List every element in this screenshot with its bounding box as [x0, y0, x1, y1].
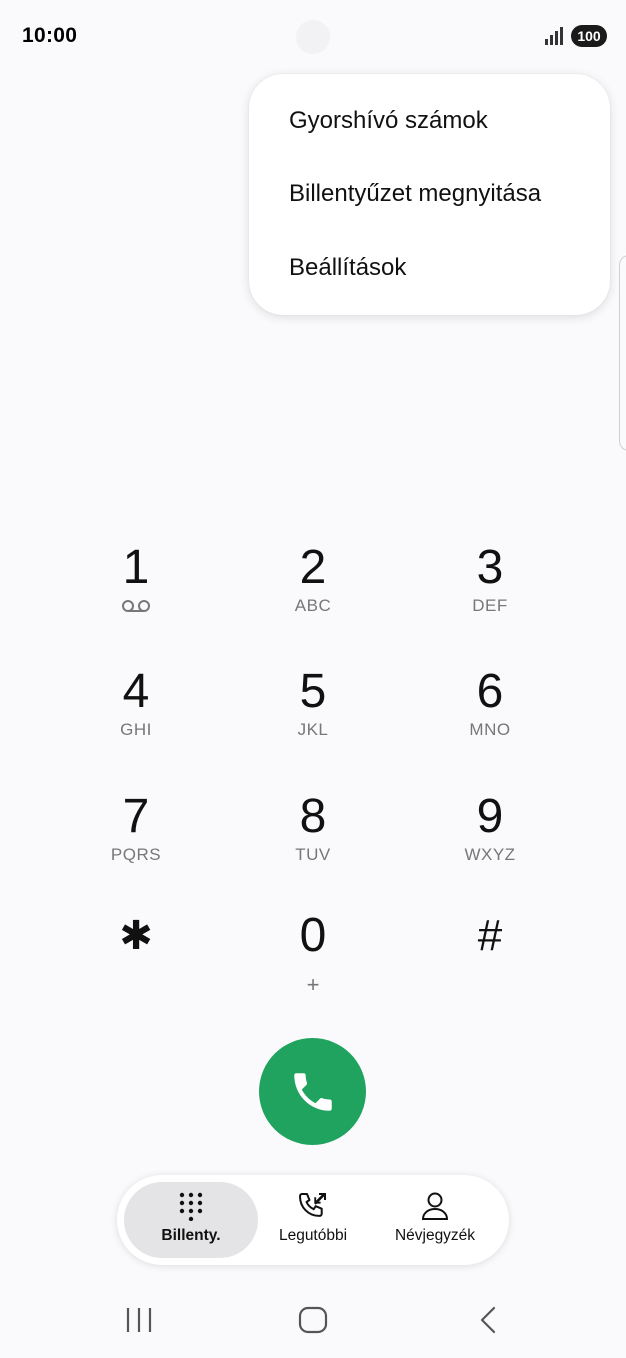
tab-contacts[interactable]: Névjegyzék [375, 1182, 495, 1258]
tab-recents[interactable]: Legutóbbi [258, 1182, 368, 1258]
system-navigation-bar [0, 1290, 626, 1350]
key-letters: DEF [472, 596, 508, 615]
key-digit: 1 [122, 541, 150, 594]
tab-label: Billenty. [161, 1227, 221, 1244]
contacts-icon [421, 1192, 449, 1220]
camera-cutout [296, 20, 330, 54]
signal-icon [545, 27, 563, 45]
battery-icon: 100 [571, 25, 607, 47]
key-5[interactable]: 5 JKL [225, 664, 401, 774]
call-button[interactable] [259, 1038, 366, 1145]
key-3[interactable]: 3 DEF [402, 540, 578, 650]
home-icon[interactable] [298, 1304, 328, 1336]
bottom-navigation: Billenty. Legutóbbi Névjegyzék [117, 1175, 509, 1265]
key-hash[interactable]: # [402, 908, 578, 1018]
tab-label: Legutóbbi [278, 1227, 348, 1244]
key-8[interactable]: 8 TUV [225, 789, 401, 899]
tab-label: Névjegyzék [394, 1227, 476, 1244]
key-digit: ✱ [119, 914, 153, 958]
key-digit: 6 [476, 665, 504, 718]
key-0[interactable]: 0 + [225, 908, 401, 1018]
recent-calls-icon [299, 1193, 326, 1217]
voicemail-icon [122, 600, 150, 612]
menu-item-settings[interactable]: Beállítások [289, 254, 406, 282]
key-digit: 9 [476, 790, 504, 843]
key-letters: GHI [120, 720, 152, 739]
menu-item-speed-dial[interactable]: Gyorshívó számok [289, 107, 488, 135]
key-digit: 3 [476, 541, 504, 594]
status-time: 10:00 [22, 24, 78, 47]
menu-item-open-keypad[interactable]: Billentyűzet megnyitása [289, 180, 541, 208]
overflow-menu: Gyorshívó számok Billentyűzet megnyitása… [249, 74, 610, 315]
key-4[interactable]: 4 GHI [48, 664, 224, 774]
key-6[interactable]: 6 MNO [402, 664, 578, 774]
phone-icon [293, 1072, 332, 1111]
key-digit: 5 [299, 665, 327, 718]
key-digit: # [477, 911, 503, 960]
back-icon[interactable] [476, 1304, 502, 1336]
key-letters: ABC [294, 596, 332, 615]
key-digit: 4 [122, 665, 150, 718]
key-2[interactable]: 2 ABC [225, 540, 401, 650]
recent-apps-icon[interactable] [124, 1304, 154, 1336]
key-7[interactable]: 7 PQRS [48, 789, 224, 899]
key-letters: TUV [295, 845, 331, 864]
key-letters: PQRS [110, 845, 162, 864]
key-digit: 8 [299, 790, 327, 843]
key-digit: 7 [122, 790, 150, 843]
edge-panel-handle[interactable] [619, 255, 626, 451]
tab-keypad[interactable]: Billenty. [124, 1182, 258, 1258]
key-letters: JKL [297, 720, 329, 739]
keypad-icon [179, 1192, 203, 1221]
key-digit: 0 [299, 909, 327, 962]
key-digit: 2 [299, 541, 327, 594]
key-9[interactable]: 9 WXYZ [402, 789, 578, 899]
key-1[interactable]: 1 [48, 540, 224, 650]
key-letters: WXYZ [464, 845, 516, 864]
key-star[interactable]: ✱ [48, 908, 224, 1018]
battery-level: 100 [577, 28, 601, 44]
status-bar: 10:00 100 [0, 0, 626, 72]
plus-sign: + [306, 972, 320, 997]
key-letters: MNO [469, 720, 511, 739]
